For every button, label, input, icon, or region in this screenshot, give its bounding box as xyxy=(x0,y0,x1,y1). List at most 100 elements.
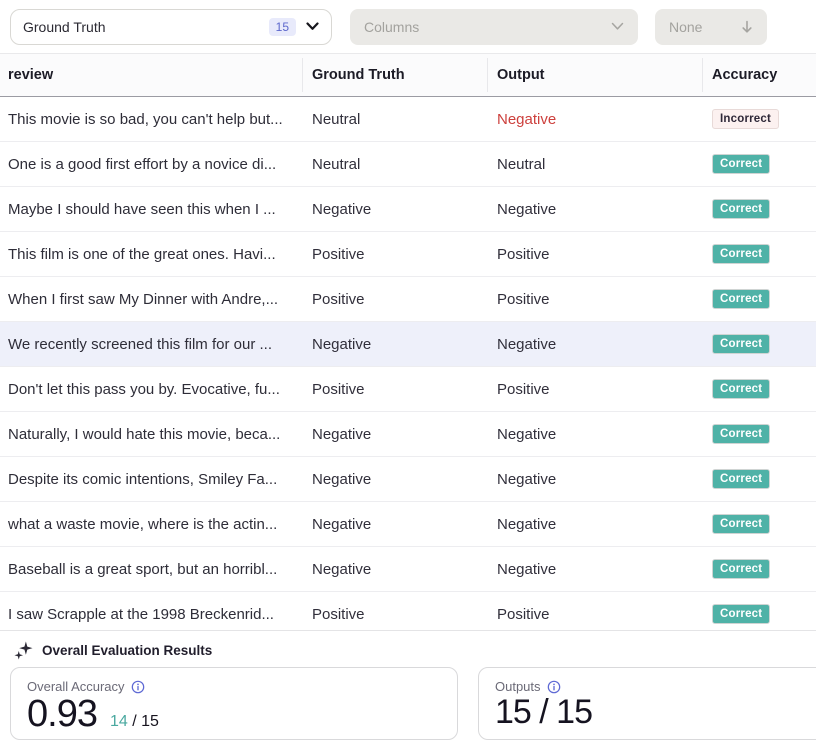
accuracy-cell: Correct xyxy=(703,289,816,309)
output-cell: Negative xyxy=(488,471,703,488)
output-cell: Negative xyxy=(488,426,703,443)
accuracy-badge: Correct xyxy=(712,559,770,579)
table-row[interactable]: When I first saw My Dinner with Andre,..… xyxy=(0,277,816,322)
accuracy-badge: Correct xyxy=(712,604,770,624)
review-cell: Despite its comic intentions, Smiley Fa.… xyxy=(0,471,303,488)
accuracy-cell: Correct xyxy=(703,379,816,399)
overall-accuracy-card: Overall Accuracy 0.93 14 / 15 xyxy=(10,667,458,740)
column-header-review[interactable]: review xyxy=(0,58,303,92)
table-row[interactable]: We recently screened this film for our .… xyxy=(0,322,816,367)
table-row[interactable]: Naturally, I would hate this movie, beca… xyxy=(0,412,816,457)
review-cell: Baseball is a great sport, but an horrib… xyxy=(0,561,303,578)
table-row[interactable]: Baseball is a great sport, but an horrib… xyxy=(0,547,816,592)
accuracy-cell: Correct xyxy=(703,604,816,624)
sort-button-label: None xyxy=(669,19,702,35)
review-cell: This film is one of the great ones. Havi… xyxy=(0,246,303,263)
accuracy-badge: Correct xyxy=(712,334,770,354)
ground-truth-cell: Neutral xyxy=(303,111,488,128)
overall-results-title: Overall Evaluation Results xyxy=(42,643,212,658)
ground-truth-cell: Neutral xyxy=(303,156,488,173)
output-cell: Negative xyxy=(488,516,703,533)
accuracy-cell: Correct xyxy=(703,559,816,579)
results-cards: Overall Accuracy 0.93 14 / 15 Outputs 15… xyxy=(0,667,816,740)
columns-select-placeholder: Columns xyxy=(364,19,611,35)
review-cell: I saw Scrapple at the 1998 Breckenrid... xyxy=(0,606,303,623)
outputs-label: Outputs xyxy=(495,679,541,694)
table-row[interactable]: This movie is so bad, you can't help but… xyxy=(0,97,816,142)
output-cell: Neutral xyxy=(488,156,703,173)
output-cell: Negative xyxy=(488,201,703,218)
ground-truth-cell: Negative xyxy=(303,471,488,488)
accuracy-cell: Correct xyxy=(703,154,816,174)
table-row[interactable]: Don't let this pass you by. Evocative, f… xyxy=(0,367,816,412)
field-select-label: Ground Truth xyxy=(23,19,269,35)
overall-accuracy-label: Overall Accuracy xyxy=(27,679,125,694)
accuracy-badge: Correct xyxy=(712,154,770,174)
columns-select[interactable]: Columns xyxy=(350,9,638,45)
chevron-down-icon xyxy=(611,22,624,31)
ground-truth-cell: Negative xyxy=(303,201,488,218)
ground-truth-cell: Positive xyxy=(303,606,488,623)
ground-truth-cell: Negative xyxy=(303,336,488,353)
review-cell: One is a good first effort by a novice d… xyxy=(0,156,303,173)
column-header-accuracy[interactable]: Accuracy xyxy=(703,58,816,92)
overall-results-header: Overall Evaluation Results xyxy=(0,631,816,667)
ground-truth-cell: Negative xyxy=(303,426,488,443)
accuracy-cell: Correct xyxy=(703,514,816,534)
accuracy-badge: Correct xyxy=(712,244,770,264)
review-cell: Don't let this pass you by. Evocative, f… xyxy=(0,381,303,398)
outputs-value: 15 / 15 xyxy=(495,695,592,731)
column-header-ground-truth[interactable]: Ground Truth xyxy=(303,58,488,92)
output-cell: Positive xyxy=(488,381,703,398)
review-cell: Naturally, I would hate this movie, beca… xyxy=(0,426,303,443)
ground-truth-field-select[interactable]: Ground Truth 15 xyxy=(10,9,332,45)
table-row[interactable]: what a waste movie, where is the actin..… xyxy=(0,502,816,547)
accuracy-badge: Correct xyxy=(712,514,770,534)
accuracy-cell: Correct xyxy=(703,244,816,264)
arrow-down-icon xyxy=(741,20,753,34)
review-cell: When I first saw My Dinner with Andre,..… xyxy=(0,291,303,308)
accuracy-badge: Correct xyxy=(712,379,770,399)
toolbar: Ground Truth 15 Columns None xyxy=(0,0,816,54)
ground-truth-cell: Positive xyxy=(303,246,488,263)
output-cell: Positive xyxy=(488,246,703,263)
accuracy-badge: Correct xyxy=(712,199,770,219)
output-cell: Positive xyxy=(488,606,703,623)
accuracy-badge: Correct xyxy=(712,289,770,309)
ground-truth-cell: Positive xyxy=(303,381,488,398)
info-icon[interactable] xyxy=(131,680,145,694)
sort-order-button[interactable]: None xyxy=(655,9,767,45)
review-cell: This movie is so bad, you can't help but… xyxy=(0,111,303,128)
accuracy-badge: Correct xyxy=(712,424,770,444)
review-cell: Maybe I should have seen this when I ... xyxy=(0,201,303,218)
accuracy-cell: Incorrect xyxy=(703,109,816,129)
info-icon[interactable] xyxy=(547,680,561,694)
review-cell: what a waste movie, where is the actin..… xyxy=(0,516,303,533)
table-body: This movie is so bad, you can't help but… xyxy=(0,97,816,630)
table-row[interactable]: This film is one of the great ones. Havi… xyxy=(0,232,816,277)
chevron-down-icon xyxy=(306,22,319,31)
column-header-output[interactable]: Output xyxy=(488,58,703,92)
output-cell: Negative xyxy=(488,561,703,578)
field-count-badge: 15 xyxy=(269,18,296,36)
review-cell: We recently screened this film for our .… xyxy=(0,336,303,353)
overall-accuracy-value: 0.93 xyxy=(27,695,97,735)
table-header: review Ground Truth Output Accuracy xyxy=(0,54,816,97)
accuracy-cell: Correct xyxy=(703,334,816,354)
ground-truth-cell: Negative xyxy=(303,516,488,533)
table-row[interactable]: I saw Scrapple at the 1998 Breckenrid...… xyxy=(0,592,816,630)
accuracy-cell: Correct xyxy=(703,199,816,219)
overall-accuracy-fraction: 14 / 15 xyxy=(110,713,159,731)
output-cell: Positive xyxy=(488,291,703,308)
table-row[interactable]: Despite its comic intentions, Smiley Fa.… xyxy=(0,457,816,502)
output-cell: Negative xyxy=(488,111,703,128)
ground-truth-cell: Negative xyxy=(303,561,488,578)
accuracy-cell: Correct xyxy=(703,469,816,489)
table-row[interactable]: One is a good first effort by a novice d… xyxy=(0,142,816,187)
sparkles-icon xyxy=(14,641,33,660)
outputs-card: Outputs 15 / 15 xyxy=(478,667,816,740)
accuracy-cell: Correct xyxy=(703,424,816,444)
overall-results-panel: Overall Evaluation Results Overall Accur… xyxy=(0,630,816,747)
accuracy-badge: Incorrect xyxy=(712,109,779,129)
table-row[interactable]: Maybe I should have seen this when I ...… xyxy=(0,187,816,232)
